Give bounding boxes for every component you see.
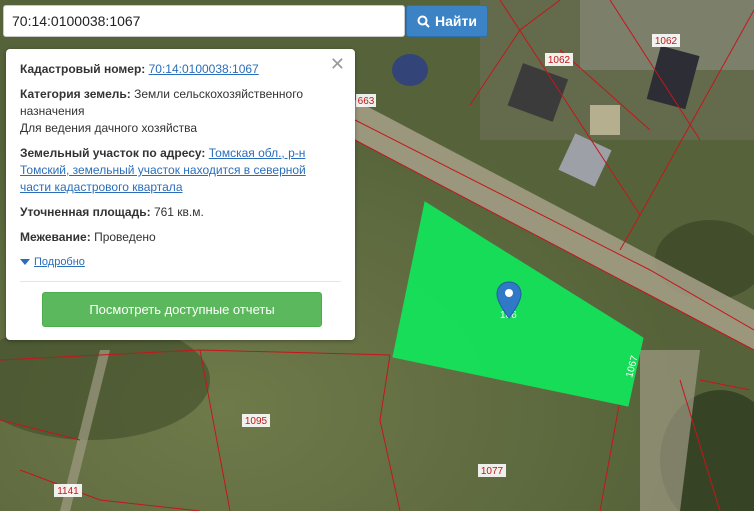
parcel-label-1077: 1077: [481, 466, 504, 477]
land-category-label: Категория земель:: [20, 87, 131, 101]
survey-row: Межевание: Проведено: [20, 229, 341, 246]
survey-value: Проведено: [94, 230, 156, 244]
triangle-down-icon: [20, 259, 30, 265]
address-label: Земельный участок по адресу:: [20, 146, 206, 160]
close-icon[interactable]: ✕: [330, 55, 345, 73]
land-use-value: Для ведения дачного хозяйства: [20, 121, 198, 135]
address-link-3[interactable]: части кадастрового квартала: [20, 180, 183, 194]
parcel-label-663: 663: [358, 96, 375, 107]
parcel-label-1095: 1095: [245, 416, 268, 427]
address-link-2[interactable]: Томский, земельный участок находится в с…: [20, 163, 306, 177]
search-button[interactable]: Найти: [406, 5, 488, 37]
parcel-label-1062-top: 1062: [655, 36, 678, 47]
land-category-value-2: назначения: [20, 104, 85, 118]
view-reports-button[interactable]: Посмотреть доступные отчеты: [42, 292, 322, 327]
area-row: Уточненная площадь: 761 кв.м.: [20, 204, 341, 221]
cadastral-number-label: Кадастровый номер:: [20, 62, 146, 76]
area-value: 761 кв.м.: [153, 205, 204, 219]
search-input[interactable]: [3, 5, 405, 37]
parcel-label-1062: 1062: [548, 55, 571, 66]
land-category-row: Категория земель: Земли сельскохозяйстве…: [20, 86, 341, 137]
parcel-label-1141: 1141: [57, 486, 79, 497]
divider: [20, 281, 341, 282]
details-link[interactable]: Подробно: [34, 254, 85, 271]
land-category-value-1: Земли сельскохозяйственного: [134, 87, 304, 101]
search-button-label: Найти: [435, 13, 477, 29]
address-row: Земельный участок по адресу: Томская обл…: [20, 145, 341, 196]
details-toggle[interactable]: Подробно: [20, 254, 341, 271]
area-label: Уточненная площадь:: [20, 205, 151, 219]
cadastral-number-link[interactable]: 70:14:0100038:1067: [149, 62, 259, 76]
address-link-1[interactable]: Томская обл., р-н: [209, 146, 306, 160]
search-icon: [417, 15, 430, 28]
cadastral-number-row: Кадастровый номер: 70:14:0100038:1067: [20, 61, 341, 78]
parcel-info-popup: ✕ Кадастровый номер: 70:14:0100038:1067 …: [6, 49, 355, 340]
survey-label: Межевание:: [20, 230, 91, 244]
